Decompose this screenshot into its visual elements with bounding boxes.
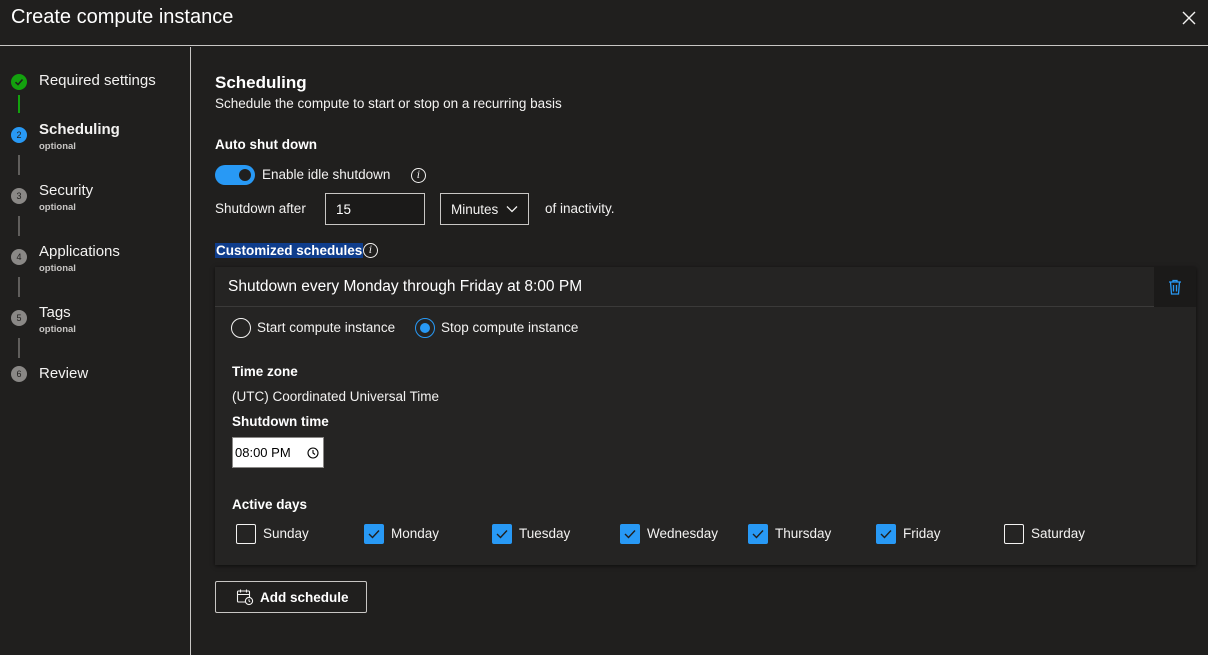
step-connector — [18, 338, 20, 358]
step-applications[interactable]: 4 Applications optional — [0, 240, 190, 280]
step-connector — [18, 277, 20, 297]
monday-checkbox[interactable] — [364, 524, 384, 544]
shutdown-after-label: Shutdown after — [215, 201, 306, 216]
info-icon[interactable]: i — [411, 168, 426, 183]
wizard-steps: Required settings 2 Scheduling optional … — [0, 47, 191, 655]
idle-shutdown-label: Enable idle shutdown — [262, 167, 391, 182]
step-number: 3 — [11, 188, 27, 204]
chevron-down-icon — [506, 206, 518, 213]
dialog-header: Create compute instance — [0, 0, 1208, 46]
step-sublabel: optional — [39, 202, 76, 213]
step-sublabel: optional — [39, 141, 76, 152]
section-description: Schedule the compute to start or stop on… — [215, 96, 562, 111]
wednesday-label: Wednesday — [647, 526, 719, 541]
step-label: Review — [39, 365, 89, 382]
tuesday-label: Tuesday — [519, 526, 571, 541]
stop-compute-label: Stop compute instance — [441, 320, 579, 335]
active-days-label: Active days — [232, 497, 308, 512]
toggle-knob — [239, 169, 251, 181]
trash-icon — [1169, 279, 1181, 295]
thursday-checkbox[interactable] — [748, 524, 768, 544]
timezone-label: Time zone — [232, 364, 298, 379]
saturday-label: Saturday — [1031, 526, 1086, 541]
monday-label: Monday — [391, 526, 440, 541]
saturday-checkbox[interactable] — [1004, 524, 1024, 544]
sunday-label: Sunday — [263, 526, 309, 541]
schedule-card-header[interactable]: Shutdown every Monday through Friday at … — [215, 267, 1196, 307]
step-label: Required settings — [39, 72, 156, 89]
step-scheduling[interactable]: 2 Scheduling optional — [0, 118, 190, 158]
sunday-checkbox[interactable] — [236, 524, 256, 544]
wednesday-checkbox[interactable] — [620, 524, 640, 544]
time-unit-dropdown[interactable]: Minutes — [440, 193, 529, 225]
start-compute-label: Start compute instance — [257, 320, 396, 335]
shutdown-after-input[interactable]: 15 — [325, 193, 425, 225]
step-label: Tags — [39, 304, 71, 321]
calendar-add-icon — [236, 589, 254, 606]
time-unit-value: Minutes — [451, 201, 499, 217]
step-number: 6 — [11, 366, 27, 382]
checkmark-icon — [496, 530, 508, 539]
step-number: 4 — [11, 249, 27, 265]
start-compute-radio[interactable] — [231, 318, 251, 338]
step-connector — [18, 216, 20, 236]
friday-label: Friday — [903, 526, 941, 541]
clock-icon[interactable] — [307, 447, 319, 459]
timezone-value: (UTC) Coordinated Universal Time — [232, 389, 440, 404]
radio-selected-dot — [420, 323, 430, 333]
add-schedule-label: Add schedule — [260, 589, 349, 605]
section-title: Scheduling — [215, 73, 307, 92]
thursday-label: Thursday — [775, 526, 832, 541]
step-number: 2 — [11, 127, 27, 143]
checkmark-icon — [880, 530, 892, 539]
friday-checkbox[interactable] — [876, 524, 896, 544]
delete-schedule-button[interactable] — [1154, 267, 1196, 307]
checkmark-icon — [368, 530, 380, 539]
step-number: 5 — [11, 310, 27, 326]
tuesday-checkbox[interactable] — [492, 524, 512, 544]
step-security[interactable]: 3 Security optional — [0, 179, 190, 219]
inactivity-suffix: of inactivity. — [545, 201, 615, 216]
step-tags[interactable]: 5 Tags optional — [0, 301, 190, 341]
shutdown-time-input[interactable]: 08:00 PM — [232, 437, 324, 468]
shutdown-time-label: Shutdown time — [232, 414, 329, 429]
customized-schedules-label: Customized schedules — [215, 243, 364, 258]
shutdown-after-value: 15 — [336, 201, 352, 217]
schedule-title: Shutdown every Monday through Friday at … — [228, 278, 583, 295]
shutdown-time-value: 08:00 PM — [235, 445, 291, 460]
step-label: Security — [39, 182, 94, 199]
stop-compute-radio[interactable] — [415, 318, 435, 338]
step-required-settings[interactable]: Required settings — [0, 69, 190, 109]
info-icon[interactable]: i — [363, 243, 378, 258]
add-schedule-button[interactable]: Add schedule — [215, 581, 367, 613]
idle-shutdown-toggle[interactable] — [215, 165, 255, 185]
dialog-title: Create compute instance — [11, 6, 234, 28]
checkmark-circle-icon — [11, 74, 27, 90]
step-review[interactable]: 6 Review — [0, 362, 190, 402]
customized-schedules-heading: Customized schedules — [215, 243, 364, 258]
step-sublabel: optional — [39, 324, 76, 335]
auto-shutdown-heading: Auto shut down — [215, 137, 317, 152]
step-connector — [18, 155, 20, 175]
close-icon — [1182, 11, 1196, 25]
checkmark-icon — [752, 530, 764, 539]
schedule-card: Shutdown every Monday through Friday at … — [215, 267, 1196, 565]
checkmark-icon — [624, 530, 636, 539]
step-label: Scheduling — [39, 121, 120, 138]
step-label: Applications — [39, 243, 120, 260]
step-sublabel: optional — [39, 263, 76, 274]
close-button[interactable] — [1176, 5, 1202, 31]
